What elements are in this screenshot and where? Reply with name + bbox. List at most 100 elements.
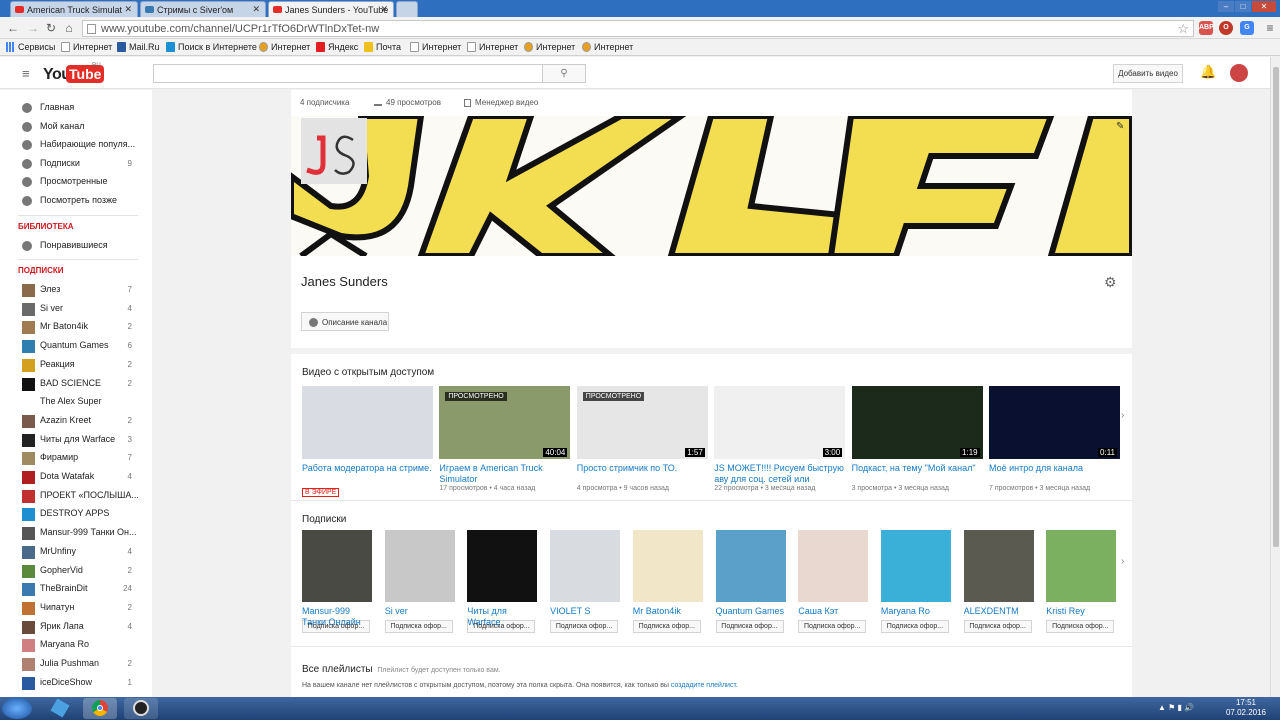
address-bar[interactable]: www.youtube.com/channel/UCPr1rTfO6DrWTln… [82,20,1194,37]
sidebar-subscription-item[interactable]: Maryana Ro [22,639,140,653]
video-thumbnail[interactable]: 1:19 [851,386,983,459]
video-thumbnail[interactable]: 0:11 [989,386,1120,459]
back-arrow-icon[interactable]: ← [6,21,20,35]
sidebar-subscription-item[interactable]: GopherVid 2 [22,564,140,579]
reload-icon[interactable]: ↻ [44,21,58,35]
bookmark-item[interactable]: Поиск в Интернете [166,42,257,52]
new-tab-button[interactable] [396,1,418,17]
bookmark-item[interactable]: Интернет [410,42,461,52]
sidebar-subscription-item[interactable]: Mansur-999 Танки Он... [22,527,140,541]
video-card[interactable]: ПРОСМОТРЕНО 1:57 Просто стримчик по ТО. 4 п… [576,386,708,492]
subscribed-button[interactable]: Подписка офор... [1046,620,1115,633]
subscribed-button[interactable]: Подписка офор... [550,620,619,633]
subs-shelf-next-chevron-icon[interactable]: › [1121,556,1124,567]
channel-thumbnail[interactable] [1046,530,1117,602]
tray-icons[interactable]: ▲ ⚑ ▮ 🔊 [1158,703,1194,712]
sidebar-subscription-item[interactable]: Mr Baton4ik 2 [22,321,140,335]
close-tab-icon[interactable]: ✕ [380,4,388,15]
video-title-link[interactable]: Моё интро для канала [989,463,1120,485]
forward-arrow-icon[interactable]: → [26,21,40,35]
library-heading[interactable]: БИБЛИОТЕКА [18,222,74,231]
search-button[interactable]: ⚲ [542,64,586,83]
bookmark-item[interactable]: Почта [364,42,401,52]
guide-menu-icon[interactable]: ≡ [22,66,30,81]
sidebar-subscription-item[interactable]: Читы для Warface 3 [22,433,140,448]
sidebar-item-history[interactable]: Просмотренные [22,176,140,190]
upload-video-button[interactable]: Добавить видео [1113,64,1183,83]
channel-thumbnail[interactable] [550,530,621,602]
bookmark-item[interactable]: Интернет [582,42,633,52]
shelf-next-chevron-icon[interactable]: › [1121,410,1124,421]
subscriptions-shelf-title[interactable]: Подписки [302,514,346,525]
sidebar-item-trending[interactable]: Набирающие популя... [22,139,140,153]
maximize-window-icon[interactable]: □ [1235,1,1251,12]
channel-thumbnail[interactable] [880,530,951,602]
close-tab-icon[interactable]: ✕ [252,4,260,15]
bookmark-star-icon[interactable]: ☆ [1177,21,1189,37]
video-thumbnail[interactable]: ПРОСМОТРЕНО 1:57 [576,386,708,459]
translate-extension-icon[interactable]: G [1240,21,1254,35]
channel-thumbnail[interactable] [632,530,703,602]
sidebar-subscription-item[interactable]: Чипатун 2 [22,601,140,616]
channel-thumbnail[interactable] [963,530,1034,602]
sidebar-subscription-item[interactable]: Dota Watafak 4 [22,471,140,485]
subscribed-button[interactable]: Подписка офор... [715,620,784,633]
start-button[interactable] [2,698,32,719]
subscribed-button[interactable]: Подписка офор... [632,620,701,633]
video-card[interactable]: 3:00 JS МОЖЕТ!!!! Рисуем быструю аву для … [714,386,846,492]
sidebar-item-home[interactable]: Главная [22,102,140,116]
sidebar-subscription-item[interactable]: Ярик Лапа 4 [22,620,140,635]
sidebar-subscription-item[interactable]: The Alex Super [22,396,140,410]
obs-taskbar-icon[interactable] [124,698,158,719]
sidebar-item-my-channel[interactable]: Мой канал [22,121,140,135]
subscribed-button[interactable]: Подписка офор... [798,620,867,633]
sidebar-subscription-item[interactable]: Фирамир 7 [22,452,140,466]
video-card[interactable]: 1:19 Подкаст, на тему "Мой канал" 3 просмо… [851,386,983,492]
user-avatar[interactable] [1230,64,1248,82]
taskbar-app-icon[interactable] [43,698,77,719]
opera-extension-icon[interactable]: O [1219,21,1233,35]
video-thumbnail[interactable]: ПРОСМОТРЕНО 40:04 [439,386,571,459]
browser-menu-icon[interactable]: ≡ [1263,21,1277,35]
bookmark-item[interactable]: Яндекс [316,42,358,52]
video-title-link[interactable]: Просто стримчик по ТО. [577,463,708,485]
channel-avatar[interactable] [301,118,367,184]
video-card[interactable]: Работа модератора на стриме. В ЭФИРЕ [302,386,433,497]
subscribed-button[interactable]: Подписка офор... [302,620,370,633]
video-title-link[interactable]: Работа модератора на стриме. [302,463,433,485]
subscribed-button[interactable]: Подписка офор... [880,620,949,633]
adblock-extension-icon[interactable]: ABP [1199,21,1214,35]
channel-about-button[interactable]: Описание канала [301,312,389,331]
sidebar-item-subscriptions[interactable]: Подписки 9 [22,158,140,172]
public-videos-title[interactable]: Видео с открытым доступом [302,367,434,378]
video-title-link[interactable]: Играем в American Truck Simulator [439,463,570,485]
sidebar-subscription-item[interactable]: Si ver 4 [22,302,140,317]
sidebar-item-watch-later[interactable]: Посмотреть позже [22,195,140,209]
taskbar-clock[interactable]: 17:51 07.02.2016 [1226,698,1266,718]
video-thumbnail[interactable] [302,386,433,459]
browser-tab-2[interactable]: Стримы с Siver'ом ✕ [140,1,266,17]
sidebar-subscription-item[interactable]: MrUnfiny 4 [22,545,140,560]
scrollbar-thumb[interactable] [1273,67,1279,547]
close-window-icon[interactable]: ✕ [1252,1,1276,12]
channel-thumbnail[interactable] [467,530,538,602]
subscribed-button[interactable]: Подписка офор... [467,620,536,633]
sidebar-subscription-item[interactable]: Julia Pushman 2 [22,658,140,672]
sidebar-subscription-item[interactable]: Azazin Kreet 2 [22,414,140,429]
channel-thumbnail[interactable] [798,530,869,602]
video-title-link[interactable]: JS МОЖЕТ!!!! Рисуем быструю аву для соц.… [714,463,845,485]
search-input[interactable] [153,64,543,83]
sidebar-subscription-item[interactable]: iceDiceShow 1 [22,676,140,691]
minimize-window-icon[interactable]: – [1218,1,1234,12]
close-tab-icon[interactable]: ✕ [124,4,132,15]
subscribed-button[interactable]: Подписка офор... [963,620,1032,633]
chrome-taskbar-icon[interactable] [83,698,117,719]
video-title-link[interactable]: Подкаст, на тему "Мой канал" [852,463,983,485]
video-card[interactable]: 0:11 Моё интро для канала 7 просмотров • 3… [989,386,1120,492]
bookmark-item[interactable]: Интернет [524,42,575,52]
video-thumbnail[interactable]: 3:00 [714,386,846,459]
create-playlist-link[interactable]: создадите плейлист. [671,682,738,689]
browser-tab-3[interactable]: Janes Sunders - YouTube ✕ [268,1,394,17]
subscriptions-heading[interactable]: ПОДПИСКИ [18,266,63,275]
channel-thumbnail[interactable] [384,530,455,602]
